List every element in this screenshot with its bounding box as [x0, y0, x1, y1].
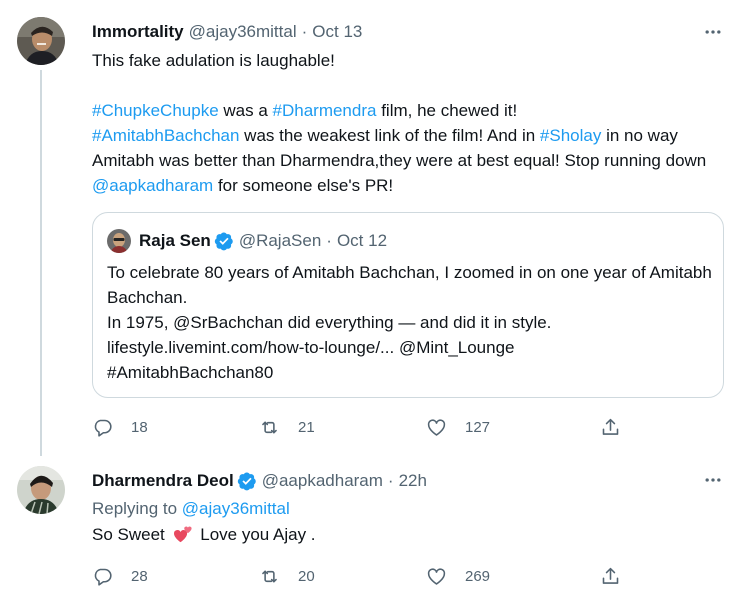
tweet-text: So Sweet Love you Ajay .: [92, 522, 732, 547]
thread-line: [40, 70, 42, 456]
avatar[interactable]: [17, 17, 65, 65]
timestamp[interactable]: Oct 13: [312, 22, 362, 42]
like-button[interactable]: 269: [426, 562, 490, 590]
more-button[interactable]: [701, 468, 725, 492]
tweet-text: This fake adulation is laughable! #Chupk…: [92, 48, 732, 198]
display-name[interactable]: Dharmendra Deol: [92, 471, 234, 491]
tweet-immortality[interactable]: Immortality @ajay36mittal · Oct 13 This …: [0, 0, 752, 458]
two-hearts-emoji: [173, 526, 192, 543]
reply-icon: [94, 568, 112, 586]
tweet-text-start: So Sweet: [92, 525, 165, 544]
replying-to-label: Replying to: [92, 499, 178, 518]
quoted-text-line: In 1975, @SrBachchan did everything — an…: [107, 313, 552, 332]
replying-to: Replying to @ajay36mittal: [92, 497, 290, 521]
tweet-text-segment: film, he chewed it!: [376, 101, 518, 120]
avatar[interactable]: [17, 466, 65, 514]
retweet-button[interactable]: 20: [259, 562, 315, 590]
separator-dot: ·: [301, 22, 308, 41]
share-icon: [602, 418, 619, 435]
reply-count: 18: [131, 418, 148, 436]
tweet-header: Immortality @ajay36mittal · Oct 13: [92, 20, 362, 44]
hashtag-link[interactable]: #AmitabhBachchan: [92, 126, 239, 145]
share-icon: [602, 567, 619, 584]
tweet-actions: 18 21 127: [92, 413, 652, 441]
replying-to-handle[interactable]: @ajay36mittal: [182, 499, 290, 518]
heart-icon: [427, 418, 446, 436]
tweet-dharmendra[interactable]: Dharmendra Deol @aapkadharam · 22h Reply…: [0, 458, 752, 598]
quoted-tweet-text: To celebrate 80 years of Amitabh Bachcha…: [107, 260, 717, 385]
tweet-text-line: This fake adulation is laughable!: [92, 51, 335, 70]
tweet-text-paragraph: #AmitabhBachchan was the weakest link of…: [92, 123, 732, 198]
reply-count: 28: [131, 567, 148, 585]
quoted-timestamp: Oct 12: [336, 231, 388, 250]
user-handle[interactable]: @aapkadharam: [262, 471, 383, 491]
tweet-text-segment: for someone else's PR!: [213, 176, 394, 195]
tweet-text-segment: was a: [218, 101, 273, 120]
share-button[interactable]: [600, 413, 621, 441]
quoted-display-name: Raja Sen: [139, 231, 211, 250]
verified-badge-icon: [237, 472, 256, 491]
heart-icon: [427, 567, 446, 585]
separator-dot: ·: [387, 471, 394, 490]
tweet-text-segment: was the weakest link of the film! And in: [239, 126, 540, 145]
mention-link[interactable]: @aapkadharam: [92, 176, 213, 195]
more-button[interactable]: [701, 20, 725, 44]
more-icon: [705, 478, 721, 482]
like-count: 269: [465, 567, 491, 585]
separator-dot: ·: [326, 231, 332, 250]
quoted-text-line: To celebrate 80 years of Amitabh Bachcha…: [107, 263, 712, 307]
hashtag-link[interactable]: #Dharmendra: [273, 101, 377, 120]
hashtag-link[interactable]: #Sholay: [540, 126, 601, 145]
retweet-icon: [262, 420, 277, 434]
reply-icon: [94, 419, 112, 437]
quoted-tweet-header: Raja Sen @RajaSen · Oct 12: [107, 229, 387, 253]
user-handle[interactable]: @ajay36mittal: [189, 22, 297, 42]
tweet-actions: 28 20 269: [92, 562, 652, 590]
like-button[interactable]: 127: [426, 413, 490, 441]
retweet-count: 20: [298, 567, 315, 585]
reply-button[interactable]: 28: [92, 562, 148, 590]
quoted-text-line: lifestyle.livemint.com/how-to-lounge/...…: [107, 338, 515, 357]
retweet-count: 21: [298, 418, 315, 436]
hashtag-link[interactable]: #ChupkeChupke: [92, 101, 219, 120]
quoted-avatar: [107, 229, 131, 253]
quoted-text-line: #AmitabhBachchan80: [107, 363, 274, 382]
reply-button[interactable]: 18: [92, 413, 148, 441]
tweet-header: Dharmendra Deol @aapkadharam · 22h: [92, 469, 427, 493]
verified-badge-icon: [214, 232, 233, 251]
tweet-text-end: Love you Ajay .: [200, 525, 316, 544]
retweet-button[interactable]: 21: [259, 413, 315, 441]
display-name[interactable]: Immortality: [92, 22, 184, 42]
timestamp[interactable]: 22h: [399, 471, 427, 491]
like-count: 127: [465, 418, 491, 436]
quoted-user-handle: @RajaSen: [238, 231, 322, 250]
quoted-tweet[interactable]: Raja Sen @RajaSen · Oct 12 To celebrate …: [92, 212, 724, 398]
more-icon: [705, 30, 721, 34]
share-button[interactable]: [600, 562, 621, 590]
retweet-icon: [262, 569, 277, 583]
tweet-text-paragraph: #ChupkeChupke was a #Dharmendra film, he…: [92, 98, 732, 123]
